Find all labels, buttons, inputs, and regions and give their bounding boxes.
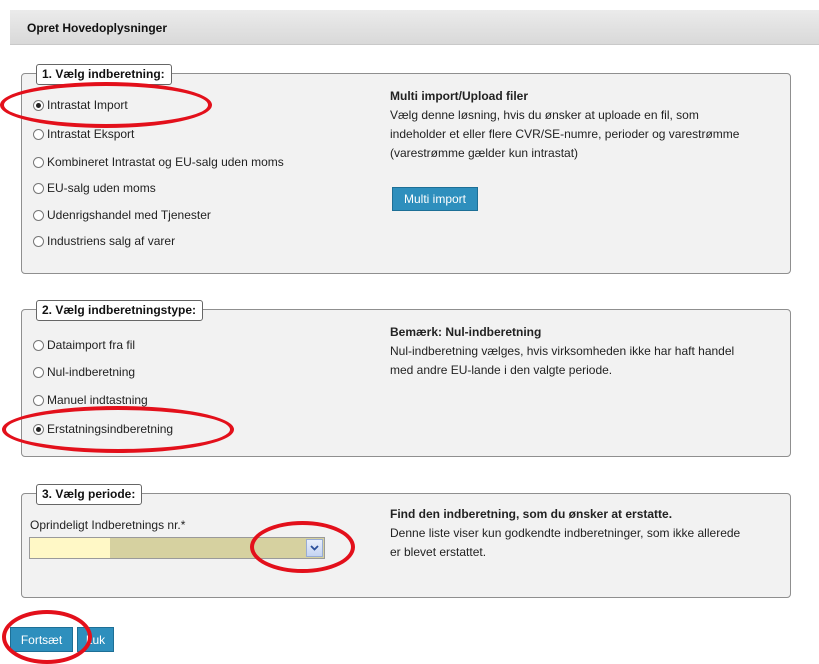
option-label: EU-salg uden moms xyxy=(47,181,156,195)
section-report-kind: 2. Vælg indberetningstype: Dataimport fr… xyxy=(21,300,791,457)
continue-button[interactable]: Fortsæt xyxy=(10,627,73,652)
option-label: Kombineret Intrastat og EU-salg uden mom… xyxy=(47,155,284,169)
info-line: indeholder et eller flere CVR/SE-numre, … xyxy=(390,127,740,141)
nul-indberetning-info: Bemærk: Nul-indberetning Nul-indberetnin… xyxy=(390,323,790,380)
info-line: Nul-indberetning vælges, hvis virksomhed… xyxy=(390,344,735,358)
info-title: Multi import/Upload filer xyxy=(390,89,528,103)
info-title: Bemærk: Nul-indberetning xyxy=(390,325,542,339)
radio-eu-salg[interactable] xyxy=(33,182,44,194)
option-eu-salg[interactable]: EU-salg uden moms xyxy=(33,180,156,196)
original-report-number-label: Oprindeligt Indberetnings nr.* xyxy=(30,518,186,532)
radio-dataimport[interactable] xyxy=(33,339,44,351)
section-2-legend: 2. Vælg indberetningstype: xyxy=(36,300,204,321)
info-title: Find den indberetning, som du ønsker at … xyxy=(390,507,673,521)
section-period: 3. Vælg periode: Oprindeligt Indberetnin… xyxy=(21,484,791,598)
radio-manuel[interactable] xyxy=(33,394,44,406)
replace-report-info: Find den indberetning, som du ønsker at … xyxy=(390,505,790,562)
option-udenrigshandel[interactable]: Udenrigshandel med Tjenester xyxy=(33,207,211,223)
option-intrastat-eksport[interactable]: Intrastat Eksport xyxy=(33,126,134,142)
radio-udenrigshandel[interactable] xyxy=(33,209,44,221)
info-line: er blevet erstattet. xyxy=(390,545,487,559)
option-dataimport[interactable]: Dataimport fra fil xyxy=(33,337,135,353)
option-label: Erstatningsindberetning xyxy=(47,422,174,436)
select-value-area xyxy=(30,538,110,558)
option-label: Intrastat Import xyxy=(47,98,128,112)
option-kombineret[interactable]: Kombineret Intrastat og EU-salg uden mom… xyxy=(33,154,284,170)
option-label: Nul-indberetning xyxy=(47,365,136,379)
option-industriens-salg[interactable]: Industriens salg af varer xyxy=(33,233,175,249)
page-title: Opret Hovedoplysninger xyxy=(27,21,168,35)
info-line: med andre EU-lande i den valgte periode. xyxy=(390,363,613,377)
radio-industriens-salg[interactable] xyxy=(33,235,44,247)
radio-intrastat-import[interactable] xyxy=(33,99,44,111)
radio-erstatning[interactable] xyxy=(33,423,44,435)
multi-import-info: Multi import/Upload filer Vælg denne løs… xyxy=(390,87,790,163)
info-line: (varestrømme gælder kun intrastat) xyxy=(390,146,579,160)
option-label: Dataimport fra fil xyxy=(47,338,136,352)
radio-nul-indberetning[interactable] xyxy=(33,366,44,378)
option-label: Manuel indtastning xyxy=(47,393,148,407)
option-nul-indberetning[interactable]: Nul-indberetning xyxy=(33,364,135,380)
option-erstatning[interactable]: Erstatningsindberetning xyxy=(33,421,173,437)
option-label: Industriens salg af varer xyxy=(47,234,176,248)
chevron-down-icon[interactable] xyxy=(306,539,323,557)
page-header: Opret Hovedoplysninger xyxy=(10,10,819,45)
section-report-type: 1. Vælg indberetning: Intrastat Import I… xyxy=(21,64,791,274)
section-3-legend: 3. Vælg periode: xyxy=(36,484,143,505)
option-label: Intrastat Eksport xyxy=(47,127,135,141)
option-intrastat-import[interactable]: Intrastat Import xyxy=(33,97,128,113)
section-1-legend: 1. Vælg indberetning: xyxy=(36,64,172,85)
option-manuel[interactable]: Manuel indtastning xyxy=(33,392,148,408)
close-button[interactable]: Luk xyxy=(77,627,114,652)
option-label: Udenrigshandel med Tjenester xyxy=(47,208,211,222)
radio-kombineret[interactable] xyxy=(33,156,44,168)
multi-import-button[interactable]: Multi import xyxy=(392,187,478,211)
radio-intrastat-eksport[interactable] xyxy=(33,128,44,140)
info-line: Vælg denne løsning, hvis du ønsker at up… xyxy=(390,108,699,122)
info-line: Denne liste viser kun godkendte indberet… xyxy=(390,526,741,540)
original-report-number-select[interactable] xyxy=(29,537,325,559)
